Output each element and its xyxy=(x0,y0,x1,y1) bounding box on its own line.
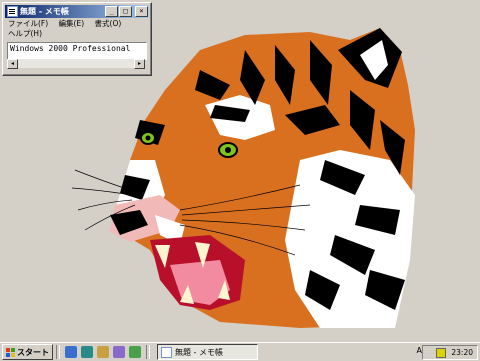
task-notepad[interactable]: 無題 - メモ帳 xyxy=(157,344,258,360)
windows-logo-icon xyxy=(6,347,15,357)
menu-bar: ファイル(F) 編集(E) 書式(O) ヘルプ(H) xyxy=(8,19,149,41)
outlook-icon[interactable] xyxy=(81,346,93,358)
notepad-window[interactable]: 無題 - メモ帳 _ □ × ファイル(F) 編集(E) 書式(O) ヘルプ(H… xyxy=(2,2,152,76)
minimize-button[interactable]: _ xyxy=(105,6,118,17)
start-button[interactable]: スタート xyxy=(2,344,53,360)
horizontal-scrollbar[interactable]: ◂ ▸ xyxy=(7,58,145,69)
task-label: 無題 - メモ帳 xyxy=(175,347,223,357)
clock[interactable]: 23:20 xyxy=(451,348,473,357)
ie-icon[interactable] xyxy=(65,346,77,358)
system-tray: 23:20 xyxy=(422,345,478,360)
text-editor[interactable]: Windows 2000 Professional xyxy=(7,42,147,60)
start-label: スタート xyxy=(17,347,49,357)
notepad-icon xyxy=(7,6,18,17)
menu-edit[interactable]: 編集(E) xyxy=(59,19,85,29)
taskbar-separator xyxy=(56,345,60,359)
folder-icon[interactable] xyxy=(97,346,109,358)
maximize-button[interactable]: □ xyxy=(119,6,132,17)
scroll-right-icon[interactable]: ▸ xyxy=(134,58,145,69)
desktop-icon[interactable] xyxy=(129,346,141,358)
scroll-track[interactable] xyxy=(18,59,134,68)
scroll-left-icon[interactable]: ◂ xyxy=(7,58,18,69)
editor-text: Windows 2000 Professional xyxy=(10,44,131,53)
volume-icon[interactable] xyxy=(436,347,447,358)
taskbar-separator xyxy=(146,345,150,359)
window-title: 無題 - メモ帳 xyxy=(20,7,69,16)
menu-format[interactable]: 書式(O) xyxy=(95,19,122,29)
close-button[interactable]: × xyxy=(135,6,148,17)
menu-file[interactable]: ファイル(F) xyxy=(8,19,48,29)
taskbar: スタート 無題 - メモ帳 A 23:20 xyxy=(0,342,480,361)
media-icon[interactable] xyxy=(113,346,125,358)
title-bar[interactable]: 無題 - メモ帳 _ □ × xyxy=(5,5,149,18)
menu-help[interactable]: ヘルプ(H) xyxy=(8,29,42,39)
notepad-icon xyxy=(161,346,172,358)
